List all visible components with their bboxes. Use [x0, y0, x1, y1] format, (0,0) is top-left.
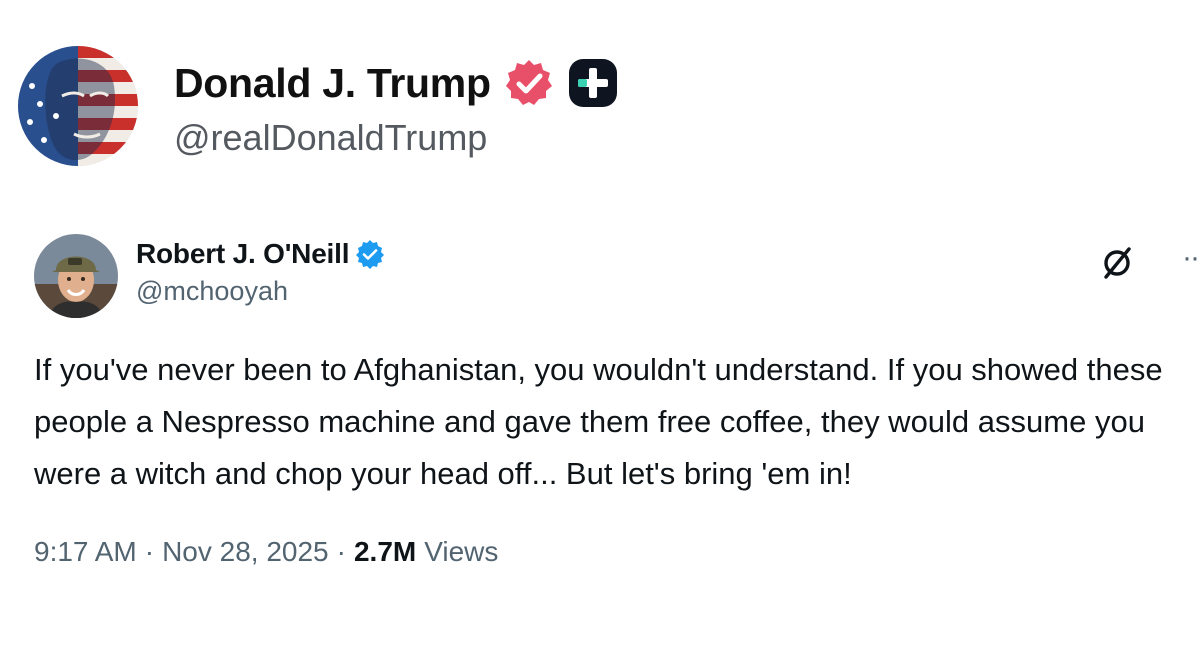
views-count[interactable]: 2.7M	[354, 536, 416, 568]
plus-badge-icon	[567, 57, 619, 109]
outer-post-header: Donald J. Trump @realDonaldTrump	[18, 46, 619, 166]
more-icon[interactable]: ··	[1182, 243, 1200, 273]
avatar[interactable]	[18, 46, 138, 166]
author-display-name[interactable]: Robert J. O'Neill	[136, 238, 350, 270]
author-handle[interactable]: @mchooyah	[136, 276, 385, 307]
embedded-post-header: Robert J. O'Neill @mchooyah ··	[34, 234, 1200, 318]
meta-separator: ·	[336, 536, 346, 567]
post-date[interactable]: Nov 28, 2025	[162, 536, 329, 568]
avatar[interactable]	[34, 234, 118, 318]
grok-icon[interactable]	[1098, 244, 1136, 282]
author-handle[interactable]: @realDonaldTrump	[174, 117, 619, 159]
embedded-post: Robert J. O'Neill @mchooyah ·· If you've…	[34, 234, 1200, 568]
post-time[interactable]: 9:17 AM	[34, 536, 137, 568]
views-label: Views	[424, 536, 499, 567]
post-text: If you've never been to Afghanistan, you…	[34, 352, 1163, 491]
verified-badge-icon	[503, 57, 555, 109]
meta-separator: ·	[144, 536, 155, 567]
post-meta: 9:17 AM · Nov 28, 2025 · 2.7M Views	[34, 536, 1200, 568]
author-display-name[interactable]: Donald J. Trump	[174, 60, 491, 107]
verified-badge-icon	[355, 239, 385, 269]
